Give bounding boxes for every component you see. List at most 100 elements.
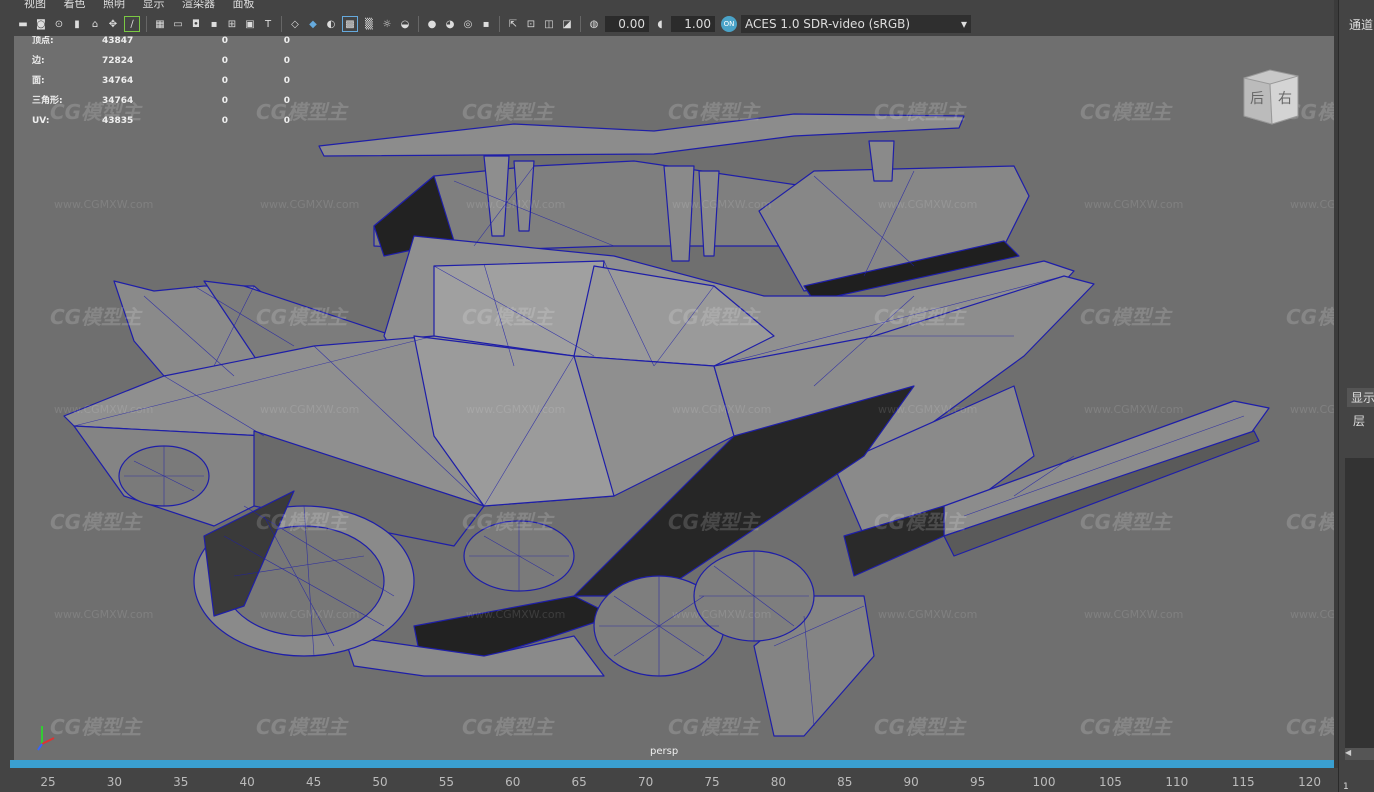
gate-mask-icon[interactable]: ▪ <box>207 17 221 31</box>
grid-icon[interactable]: ▦ <box>153 17 167 31</box>
gamma-icon[interactable]: ◖ <box>653 17 667 31</box>
camera-icon[interactable]: ◙ <box>34 17 48 31</box>
watermark-logo: CG模型主 <box>1286 305 1334 329</box>
watermark-logo: CG模型主 <box>668 100 760 124</box>
timeline-tick-label: 90 <box>903 775 919 789</box>
channel-box-panel: 通道 显示 层 ◀ 1 <box>1338 0 1374 792</box>
menu-shading[interactable]: 着色 <box>64 0 86 9</box>
xray-joints-icon[interactable]: ◫ <box>542 17 556 31</box>
panel-scrollbar[interactable]: ◀ <box>1345 748 1374 760</box>
image-plane-icon[interactable]: ⌂ <box>88 17 102 31</box>
watermark-url: www.CGMXW.com <box>878 403 978 416</box>
gamma-field[interactable]: 1.00 <box>671 16 715 32</box>
timeline-tick-label: 55 <box>438 775 455 789</box>
spaceship-model <box>63 113 1270 737</box>
watermark-logo: CG模型主 <box>462 100 554 124</box>
grease-pencil-icon[interactable]: ∕ <box>124 16 140 32</box>
watermark-url: www.CGMXW.com <box>466 403 566 416</box>
toolbar-divider <box>499 16 500 32</box>
watermark-url: www.CGMXW.com <box>260 198 360 211</box>
exposure-field[interactable]: 0.00 <box>605 16 649 32</box>
timeline-tick-label: 25 <box>40 775 56 789</box>
isolate-select-icon[interactable]: ⇱ <box>506 17 520 31</box>
scroll-left-icon[interactable]: ◀ <box>1345 748 1351 757</box>
watermark-logo: CG模型主 <box>668 305 760 329</box>
watermark-logo: CG模型主 <box>1286 715 1334 739</box>
axis-gizmo-icon <box>37 726 55 751</box>
wireframe-on-shaded-icon[interactable]: ▩ <box>342 16 358 32</box>
watermark-url: www.CGMXW.com <box>54 403 154 416</box>
tab-display[interactable]: 显示 <box>1347 388 1374 407</box>
depth-of-field-icon[interactable]: ▪ <box>479 17 493 31</box>
watermark-url: www.CGMXW.com <box>1290 608 1334 621</box>
ambient-occlusion-icon[interactable]: ● <box>425 17 439 31</box>
timeline-tick-label: 60 <box>505 775 521 789</box>
wireframe-icon[interactable]: ◇ <box>288 17 302 31</box>
shadows-icon[interactable]: ◒ <box>398 17 412 31</box>
watermark-url: www.CGMXW.com <box>54 608 154 621</box>
left-toolbox-strip <box>0 0 15 770</box>
timeline-tick-label: 110 <box>1165 775 1189 789</box>
safe-action-icon[interactable]: ▣ <box>243 17 257 31</box>
hud-row-faces: 面: 34764 0 0 <box>32 76 290 86</box>
lights-icon[interactable]: ☼ <box>380 17 394 31</box>
watermark-logo: CG模型主 <box>668 510 760 534</box>
panel-menu-bar: 视图 着色 照明 显示 渲染器 面板 <box>14 0 1334 12</box>
watermark-logo: CG模型主 <box>462 305 554 329</box>
shade-default-icon[interactable]: ◐ <box>324 17 338 31</box>
watermark-url: www.CGMXW.com <box>260 403 360 416</box>
watermark-logo: CG模型主 <box>50 510 142 534</box>
timeline-range-bar[interactable] <box>10 760 1334 768</box>
watermark-logo: CG模型主 <box>256 305 348 329</box>
timeline-tick-label: 80 <box>770 775 787 789</box>
watermark-logo: CG模型主 <box>1080 510 1172 534</box>
tab-channels[interactable]: 通道 <box>1349 16 1373 33</box>
camera-attrs-icon[interactable]: ⊙ <box>52 17 66 31</box>
safe-title-icon[interactable]: T <box>261 17 275 31</box>
textured-icon[interactable]: ▒ <box>362 17 376 31</box>
exposure-icon[interactable]: ◍ <box>587 17 601 31</box>
watermark-url: www.CGMXW.com <box>672 403 772 416</box>
color-management-toggle[interactable]: ON <box>721 16 737 32</box>
bookmark-icon[interactable]: ▮ <box>70 17 84 31</box>
timeline-tick-label: 35 <box>173 775 189 789</box>
timeline-tick-label: 85 <box>837 775 853 789</box>
2d-pan-icon[interactable]: ✥ <box>106 17 120 31</box>
timeline-tick-label: 65 <box>571 775 587 789</box>
hud-row-edges: 边: 72824 0 0 <box>32 56 290 66</box>
camera-name-label: persp <box>650 746 679 757</box>
resolution-gate-icon[interactable]: ◘ <box>189 17 203 31</box>
menu-renderer[interactable]: 渲染器 <box>182 0 215 9</box>
viewcube[interactable]: 后 右 <box>1240 66 1302 128</box>
select-camera-icon[interactable]: ▬ <box>16 17 30 31</box>
watermark-url: www.CGMXW.com <box>1084 198 1184 211</box>
menu-panels[interactable]: 面板 <box>233 0 255 9</box>
watermark-url: www.CGMXW.com <box>672 608 772 621</box>
timeline-tick-label: 115 <box>1231 775 1255 789</box>
watermark-logo: CG模型主 <box>256 715 348 739</box>
view-transform-dropdown[interactable]: ACES 1.0 SDR-video (sRGB) ▾ <box>741 15 971 33</box>
time-slider-ruler[interactable]: 25 30 35 40 45 50 55 60 65 70 75 80 85 90 95 100 105 110 1… <box>0 768 1338 792</box>
xray-components-icon[interactable]: ◪ <box>560 17 574 31</box>
xray-icon[interactable]: ⊡ <box>524 17 538 31</box>
menu-view[interactable]: 视图 <box>24 0 46 9</box>
anti-alias-icon[interactable]: ◎ <box>461 17 475 31</box>
film-gate-icon[interactable]: ▭ <box>171 17 185 31</box>
watermark-logo: CG模型主 <box>1080 100 1172 124</box>
hud-row-vertices: 顶点: 43847 0 0 <box>32 36 290 46</box>
timeline-tick-label: 105 <box>1098 775 1122 789</box>
watermark-logo: CG模型主 <box>1286 510 1334 534</box>
watermark-logo: CG模型主 <box>1080 715 1172 739</box>
toolbar-divider <box>281 16 282 32</box>
menu-show[interactable]: 显示 <box>143 0 165 9</box>
menu-lighting[interactable]: 照明 <box>103 0 125 9</box>
viewcube-right-face[interactable]: 右 <box>1278 88 1292 108</box>
field-chart-icon[interactable]: ⊞ <box>225 17 239 31</box>
3d-viewport[interactable]: 顶点: 43847 0 0 边: 72824 0 0 面: 34764 0 0 … <box>14 36 1334 760</box>
motion-blur-icon[interactable]: ◕ <box>443 17 457 31</box>
watermark-logo: CG模型主 <box>462 510 554 534</box>
tab-layers[interactable]: 层 <box>1353 412 1365 429</box>
layer-list-area[interactable] <box>1345 458 1374 748</box>
smooth-shade-icon[interactable]: ◆ <box>306 17 320 31</box>
viewcube-back-face[interactable]: 后 <box>1250 88 1264 108</box>
